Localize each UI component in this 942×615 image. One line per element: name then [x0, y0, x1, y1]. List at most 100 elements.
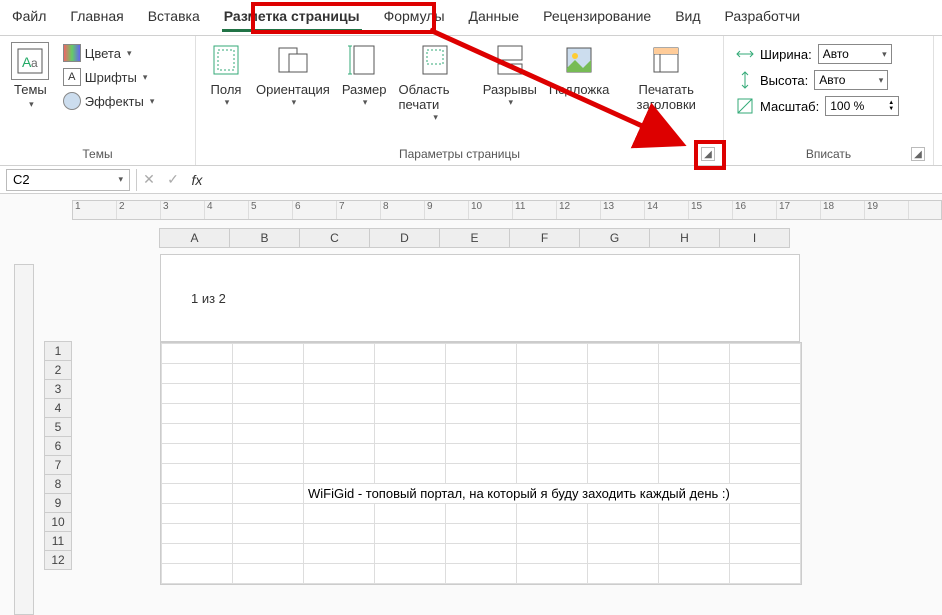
fx-button[interactable]: fx	[185, 169, 209, 191]
tab-page-layout[interactable]: Разметка страницы	[212, 0, 372, 35]
cell-grid[interactable]: WiFiGid - топовый портал, на который я б…	[160, 342, 802, 585]
size-icon	[346, 42, 382, 78]
row-header[interactable]: 4	[44, 398, 72, 418]
row-header[interactable]: 12	[44, 550, 72, 570]
print-area-button[interactable]: Область печати▾	[393, 40, 477, 125]
tab-file[interactable]: Файл	[0, 0, 58, 35]
row-header[interactable]: 5	[44, 417, 72, 437]
group-themes-label: Темы	[6, 143, 189, 165]
orientation-icon	[275, 42, 311, 78]
print-titles-label: Печатать заголовки	[621, 82, 711, 112]
scale-icon	[736, 98, 754, 114]
col-header[interactable]: F	[509, 228, 580, 248]
margins-button[interactable]: Поля▾	[202, 40, 250, 110]
effects-icon	[63, 92, 81, 110]
themes-icon: Aa	[11, 42, 49, 80]
print-area-icon	[417, 42, 453, 78]
background-icon	[561, 42, 597, 78]
row-header[interactable]: 6	[44, 436, 72, 456]
themes-button-label: Темы	[14, 82, 47, 97]
colors-icon	[63, 44, 81, 62]
width-icon	[736, 46, 754, 62]
page-setup-launcher[interactable]: ◢	[701, 147, 715, 161]
col-header[interactable]: B	[229, 228, 300, 248]
column-headers: A B C D E F G H I	[160, 228, 790, 248]
chevron-down-icon: ▾	[150, 96, 155, 107]
col-header[interactable]: H	[649, 228, 720, 248]
chevron-down-icon: ▾	[118, 174, 123, 185]
print-area-label: Область печати	[399, 82, 471, 112]
group-themes: Aa Темы ▾ Цвета ▾ A Шрифты ▾	[0, 36, 196, 165]
col-header[interactable]: I	[719, 228, 790, 248]
fit-launcher[interactable]: ◢	[911, 147, 925, 161]
themes-button[interactable]: Темы	[10, 80, 51, 99]
height-label: Высота:	[760, 73, 808, 88]
ribbon-tabs: Файл Главная Вставка Разметка страницы Ф…	[0, 0, 942, 36]
tab-developer[interactable]: Разработчи	[713, 0, 813, 35]
tab-view[interactable]: Вид	[663, 0, 712, 35]
background-label: Подложка	[549, 82, 610, 97]
tab-review[interactable]: Рецензирование	[531, 0, 663, 35]
margins-label: Поля	[211, 82, 242, 97]
width-label: Ширина:	[760, 47, 812, 62]
row-header[interactable]: 11	[44, 531, 72, 551]
effects-button[interactable]: Эффекты ▾	[59, 90, 159, 112]
col-header[interactable]: C	[299, 228, 370, 248]
name-box[interactable]: C2 ▾	[6, 169, 130, 191]
margins-icon	[208, 42, 244, 78]
scale-input[interactable]: 100 %▲▼	[825, 96, 899, 116]
tab-data[interactable]: Данные	[457, 0, 532, 35]
group-page-setup-label: Параметры страницы ◢	[202, 143, 717, 165]
page-header-area[interactable]: 1 из 2	[160, 254, 800, 342]
svg-text:a: a	[31, 56, 38, 70]
tab-formulas[interactable]: Формулы	[372, 0, 457, 35]
horizontal-ruler: 12345678910111213141516171819	[72, 200, 942, 220]
size-button[interactable]: Размер▾	[336, 40, 393, 110]
fonts-label: Шрифты	[85, 70, 137, 85]
breaks-button[interactable]: Разрывы▾	[477, 40, 543, 110]
colors-button[interactable]: Цвета ▾	[59, 42, 159, 64]
cell-reference: C2	[13, 172, 30, 187]
tab-home[interactable]: Главная	[58, 0, 135, 35]
chevron-down-icon: ▾	[127, 48, 132, 59]
breaks-label: Разрывы	[483, 82, 537, 97]
chevron-down-icon: ▾	[143, 72, 148, 83]
formula-bar: C2 ▾ ✕ ✓ fx	[0, 166, 942, 194]
col-header[interactable]: G	[579, 228, 650, 248]
col-header[interactable]: E	[439, 228, 510, 248]
width-select[interactable]: Авто▾	[818, 44, 892, 64]
orientation-button[interactable]: Ориентация▾	[250, 40, 336, 110]
height-select[interactable]: Авто▾	[814, 70, 888, 90]
row-header[interactable]: 8	[44, 474, 72, 494]
row-header[interactable]: 10	[44, 512, 72, 532]
enter-icon[interactable]: ✓	[161, 169, 185, 191]
print-titles-icon	[648, 42, 684, 78]
row-header[interactable]: 1	[44, 341, 72, 361]
orientation-label: Ориентация	[256, 82, 330, 97]
colors-label: Цвета	[85, 46, 121, 61]
col-header[interactable]: D	[369, 228, 440, 248]
group-fit-label: Вписать ◢	[730, 143, 927, 165]
height-icon	[736, 72, 754, 88]
size-label: Размер	[342, 82, 387, 97]
tab-insert[interactable]: Вставка	[136, 0, 212, 35]
group-page-setup: Поля▾ Ориентация▾ Размер▾ Область печати…	[196, 36, 724, 165]
fonts-icon: A	[63, 68, 81, 86]
fonts-button[interactable]: A Шрифты ▾	[59, 66, 159, 88]
row-header[interactable]: 9	[44, 493, 72, 513]
cell-content[interactable]: WiFiGid - топовый портал, на который я б…	[304, 484, 801, 504]
group-fit: Ширина: Авто▾ Высота: Авто▾ Масштаб: 100…	[724, 36, 934, 165]
print-titles-button[interactable]: Печатать заголовки	[615, 40, 717, 114]
chevron-down-icon: ▾	[29, 99, 34, 110]
breaks-icon	[492, 42, 528, 78]
formula-input[interactable]	[209, 169, 942, 191]
row-header[interactable]: 3	[44, 379, 72, 399]
col-header[interactable]: A	[159, 228, 230, 248]
cancel-icon[interactable]: ✕	[137, 169, 161, 191]
row-header[interactable]: 2	[44, 360, 72, 380]
scale-label: Масштаб:	[760, 99, 819, 114]
page-indicator: 1 из 2	[191, 291, 226, 306]
row-header[interactable]: 7	[44, 455, 72, 475]
ribbon: Aa Темы ▾ Цвета ▾ A Шрифты ▾	[0, 36, 942, 166]
background-button[interactable]: Подложка	[543, 40, 616, 99]
